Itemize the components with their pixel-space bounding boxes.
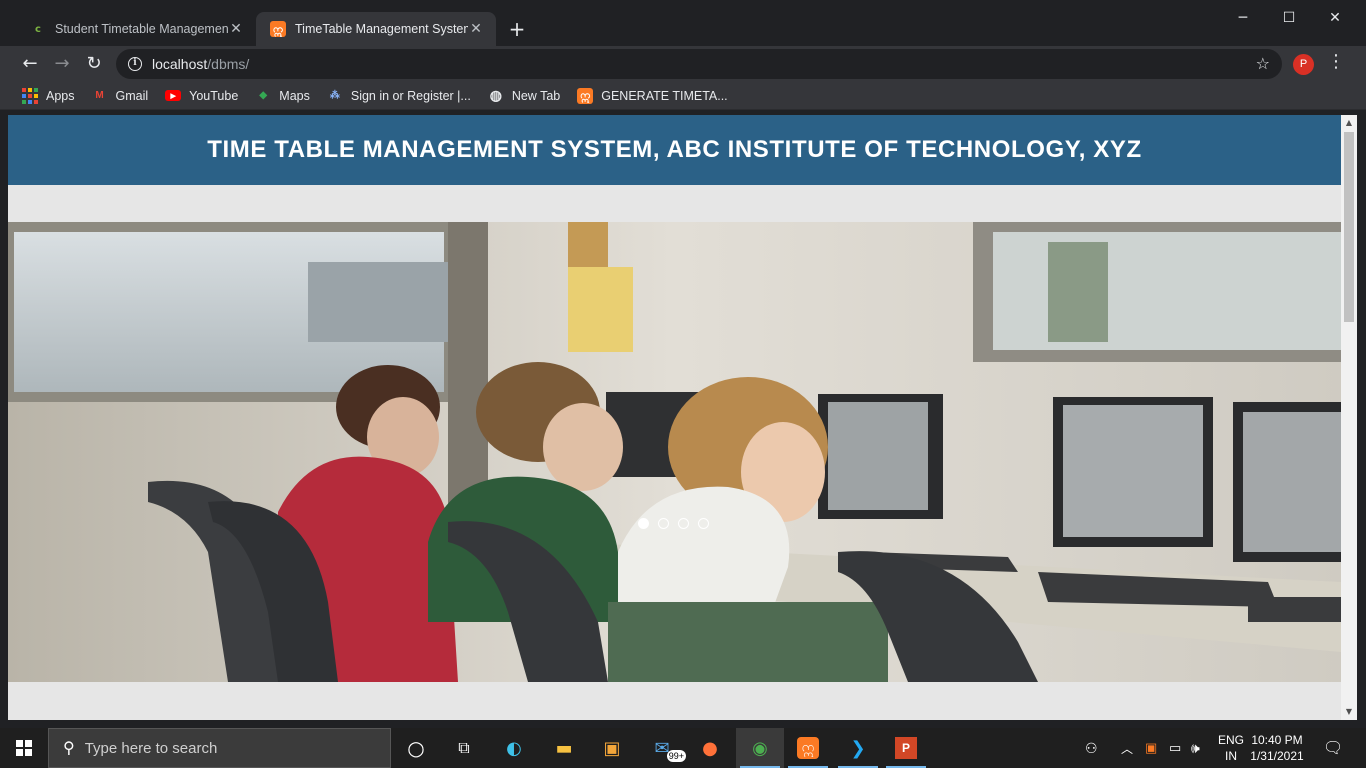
browser-toolbar: ← → ↻ i localhost/dbms/ ☆ P ⋮ xyxy=(0,46,1366,82)
maps-icon: ◆ xyxy=(259,90,268,101)
xampp-favicon-icon: ဣ xyxy=(270,21,286,37)
taskbar-search-box[interactable]: ⚲ Type here to search xyxy=(48,728,391,768)
bookmark-label: Sign in or Register |... xyxy=(350,88,471,103)
site-header: TIME TABLE MANAGEMENT SYSTEM, ABC INSTIT… xyxy=(8,115,1341,185)
clock-date: 1/31/2021 xyxy=(1250,749,1304,763)
globe-icon: ◍ xyxy=(489,87,502,103)
start-button[interactable] xyxy=(0,728,48,768)
reload-button[interactable]: ↻ xyxy=(81,51,107,77)
maximize-button[interactable]: ☐ xyxy=(1266,0,1312,36)
url-text[interactable]: localhost/dbms/ xyxy=(152,56,249,72)
clock-time: 10:40 PM xyxy=(1251,733,1303,747)
tab-strip: ϲ Student Timetable Management ✕ ဣ TimeT… xyxy=(0,0,1366,46)
minimize-button[interactable]: ─ xyxy=(1220,0,1266,36)
tab-title: TimeTable Management System xyxy=(295,22,468,36)
tab-title: Student Timetable Management xyxy=(55,22,228,36)
volume-icon[interactable]: 🕪 xyxy=(1191,728,1200,768)
chrome-menu-icon[interactable]: ⋮ xyxy=(1327,51,1345,72)
students-at-computers-photo xyxy=(8,222,1341,682)
site-icon: ⁂ xyxy=(329,90,340,101)
windows-taskbar: ⚲ Type here to search ○ ⧉ ◐ ▬ ▣ ✉ 99+ ● ◉… xyxy=(0,728,1366,768)
powerpoint-icon[interactable]: P xyxy=(882,728,930,768)
apps-grid-icon xyxy=(22,87,38,104)
carousel-dot-4[interactable] xyxy=(698,518,709,529)
carousel-dot-3[interactable] xyxy=(678,518,689,529)
taskbar-clock[interactable]: 10:40 PM 1/31/2021 xyxy=(1246,732,1308,764)
bookmark-sign-in[interactable]: ⁂ Sign in or Register |... xyxy=(327,88,471,104)
header-spacer xyxy=(8,185,1341,222)
vscode-icon[interactable]: ❯ xyxy=(834,728,882,768)
hero-carousel[interactable] xyxy=(8,222,1341,682)
url-path: /dbms/ xyxy=(207,56,250,72)
mail-icon[interactable]: ✉ 99+ xyxy=(638,728,686,768)
scroll-up-arrow-icon[interactable]: ▲ xyxy=(1341,115,1357,131)
people-icon[interactable]: ⚇ xyxy=(1085,728,1098,768)
chrome-icon[interactable]: ◉ xyxy=(736,728,784,768)
windows-logo-icon xyxy=(16,740,32,756)
bookmark-label: Gmail xyxy=(115,88,149,103)
site-info-icon[interactable]: i xyxy=(128,57,142,71)
search-placeholder: Type here to search xyxy=(84,739,218,757)
forward-button[interactable]: → xyxy=(49,51,75,77)
xampp-icon: ဣ xyxy=(577,87,594,104)
language-code: ENG xyxy=(1217,733,1244,747)
bookmark-star-icon[interactable]: ☆ xyxy=(1256,54,1270,73)
back-button[interactable]: ← xyxy=(17,51,43,77)
battery-icon[interactable]: ▭ xyxy=(1169,728,1181,768)
bookmark-generate-timetable[interactable]: ဣ GENERATE TIMETA... xyxy=(577,87,728,104)
carousel-indicators xyxy=(638,518,709,529)
tab-student-timetable[interactable]: ϲ Student Timetable Management ✕ xyxy=(16,12,256,46)
bookmark-label: YouTube xyxy=(189,88,239,103)
action-center-icon[interactable]: 🗨 xyxy=(1323,728,1343,768)
file-explorer-icon[interactable]: ▬ xyxy=(540,728,588,768)
page-viewport: TIME TABLE MANAGEMENT SYSTEM, ABC INSTIT… xyxy=(8,115,1357,720)
bookmark-maps[interactable]: ◆ Maps xyxy=(255,88,310,104)
bookmark-new-tab[interactable]: ◍ New Tab xyxy=(488,87,561,104)
xampp-taskbar-icon[interactable]: ဣ xyxy=(784,728,832,768)
bookmark-apps[interactable]: Apps xyxy=(22,87,75,104)
page-body-below-carousel xyxy=(8,682,1341,720)
bookmark-label: Maps xyxy=(279,88,310,103)
vertical-scrollbar[interactable]: ▲ ▼ xyxy=(1341,115,1357,720)
bookmarks-bar: Apps M Gmail ▶ YouTube ◆ Maps ⁂ Sign in … xyxy=(0,82,1366,110)
close-tab-icon[interactable]: ✕ xyxy=(228,21,244,37)
carousel-dot-2[interactable] xyxy=(658,518,669,529)
profile-avatar[interactable]: P xyxy=(1293,54,1314,75)
tab-timetable-system[interactable]: ဣ TimeTable Management System ✕ xyxy=(256,12,496,46)
bookmark-label: New Tab xyxy=(511,88,561,103)
scroll-down-arrow-icon[interactable]: ▼ xyxy=(1341,704,1357,720)
task-view-icon[interactable]: ⧉ xyxy=(440,728,488,768)
show-hidden-icons-icon[interactable]: ︿ xyxy=(1121,728,1133,768)
language-indicator[interactable]: ENG IN xyxy=(1216,732,1246,764)
region-code: IN xyxy=(1225,749,1237,763)
scrollbar-thumb[interactable] xyxy=(1344,132,1354,322)
store-icon[interactable]: ▣ xyxy=(588,728,636,768)
youtube-icon: ▶ xyxy=(165,90,182,101)
cortana-icon[interactable]: ○ xyxy=(392,728,440,768)
close-window-button[interactable]: ✕ xyxy=(1312,0,1358,36)
page-title: TIME TABLE MANAGEMENT SYSTEM, ABC INSTIT… xyxy=(207,136,1142,163)
close-tab-icon[interactable]: ✕ xyxy=(468,21,484,37)
bookmark-label: GENERATE TIMETA... xyxy=(601,88,728,103)
bookmark-gmail[interactable]: M Gmail xyxy=(92,88,149,104)
xampp-tray-icon[interactable]: ▣ xyxy=(1145,728,1157,768)
bookmark-label: Apps xyxy=(46,88,75,103)
edge-icon[interactable]: ◐ xyxy=(490,728,538,768)
firefox-icon[interactable]: ● xyxy=(686,728,734,768)
bookmark-youtube[interactable]: ▶ YouTube xyxy=(165,89,238,103)
mail-badge: 99+ xyxy=(666,750,686,762)
search-icon: ⚲ xyxy=(63,740,75,757)
address-bar[interactable]: i localhost/dbms/ ☆ xyxy=(116,49,1282,79)
url-host: localhost xyxy=(152,56,208,72)
carousel-dot-1[interactable] xyxy=(638,518,649,529)
new-tab-button[interactable]: + xyxy=(506,16,528,42)
leaf-favicon-icon: ϲ xyxy=(35,23,41,35)
gmail-icon: M xyxy=(95,90,104,101)
